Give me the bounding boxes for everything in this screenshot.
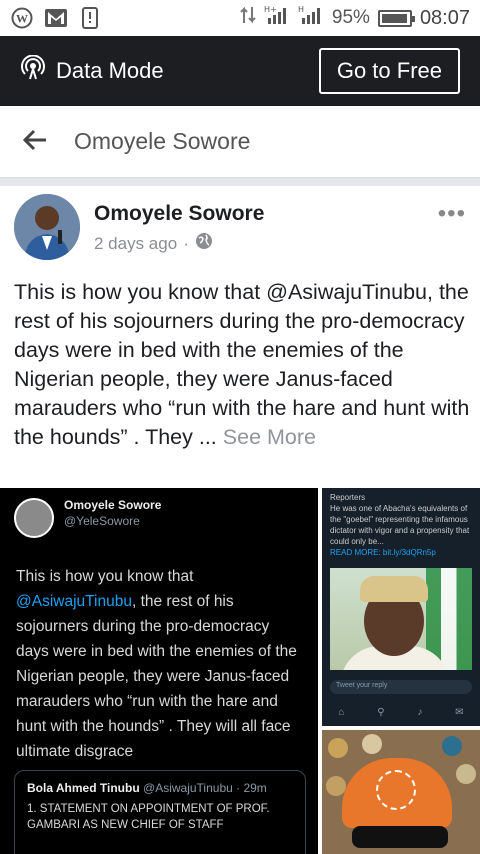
status-bar: W H+ H 95% 08:07 (0, 0, 480, 36)
tweet-author: Omoyele Sowore (64, 498, 162, 512)
svg-text:H+: H+ (264, 5, 277, 14)
wordpress-icon: W (10, 6, 34, 30)
post-media: Omoyele Sowore @YeleSowore This is how y… (0, 488, 480, 854)
tweet-screenshot-image[interactable]: Omoyele Sowore @YeleSowore This is how y… (0, 488, 318, 854)
tweet-handle: @YeleSowore (64, 514, 140, 528)
data-transfer-icon (240, 5, 256, 31)
quote-author: Bola Ahmed Tinubu (27, 781, 140, 795)
side-image-top[interactable]: Reporters He was one of Abacha's equival… (322, 488, 480, 726)
meta-separator: · (183, 233, 189, 253)
avatar[interactable] (14, 194, 80, 260)
quote-text: 1. STATEMENT ON APPOINTMENT OF PROF. GAM… (27, 803, 270, 831)
page-header: Omoyele Sowore (0, 106, 480, 178)
mail-icon: ✉ (455, 706, 464, 718)
go-to-free-button[interactable]: Go to Free (318, 48, 460, 94)
tweet-avatar (14, 498, 54, 538)
post-text: This is how you know that @AsiwajuTinubu… (14, 278, 474, 452)
side-read-more: READ MORE: bit.ly/3dQRn5p (330, 548, 436, 557)
tweet-text: This is how you know that @AsiwajuTinubu… (0, 538, 318, 764)
data-mode-label: Data Mode (56, 58, 164, 83)
author-name[interactable]: Omoyele Sowore (94, 202, 264, 226)
portrait-photo (330, 568, 472, 670)
quoted-tweet: Bola Ahmed Tinubu @AsiwajuTinubu · 29m 1… (14, 770, 306, 854)
post-body: This is how you know that @AsiwajuTinubu… (14, 280, 470, 449)
clock: 08:07 (419, 6, 470, 29)
battery-icon (377, 9, 415, 27)
battery-level (381, 13, 407, 23)
svg-text:W: W (16, 12, 28, 26)
tweet-text-part: This is how you know that (16, 568, 194, 585)
svg-text:H: H (298, 5, 304, 14)
signal-icon-sim1: H+ (264, 5, 290, 31)
battery-percent: 95% (331, 7, 370, 28)
post-time[interactable]: 2 days ago (94, 234, 177, 254)
tweet-mention: @AsiwajuTinubu (16, 593, 132, 610)
twitter-nav-bar: ⌂ ⚲ ♪ ✉ (322, 698, 480, 726)
gmail-icon (44, 6, 68, 30)
divider (0, 178, 480, 186)
data-mode-icon (20, 54, 46, 87)
globe-icon (195, 232, 213, 255)
quote-handle: @AsiwajuTinubu · 29m (143, 781, 267, 795)
reply-box: Tweet your reply (330, 680, 472, 694)
tweet-text-part: , the rest of his sojourners during the … (16, 593, 297, 760)
more-options-icon[interactable]: ••• (438, 194, 466, 260)
data-mode-bar: Data Mode Go to Free (0, 36, 480, 106)
back-arrow-icon[interactable] (22, 126, 52, 158)
search-icon: ⚲ (377, 706, 385, 718)
side-source: Reporters (330, 493, 366, 502)
signal-icon-sim2: H (298, 5, 324, 31)
home-icon: ⌂ (338, 706, 345, 718)
phone-alert-icon (78, 6, 102, 30)
bell-icon: ♪ (417, 706, 423, 718)
side-image-bottom[interactable] (322, 730, 480, 854)
side-text: He was one of Abacha's equivalents of th… (330, 504, 470, 546)
see-more-link[interactable]: See More (223, 425, 316, 449)
post-header: Omoyele Sowore 2 days ago · ••• (0, 186, 480, 268)
page-title: Omoyele Sowore (74, 128, 251, 154)
